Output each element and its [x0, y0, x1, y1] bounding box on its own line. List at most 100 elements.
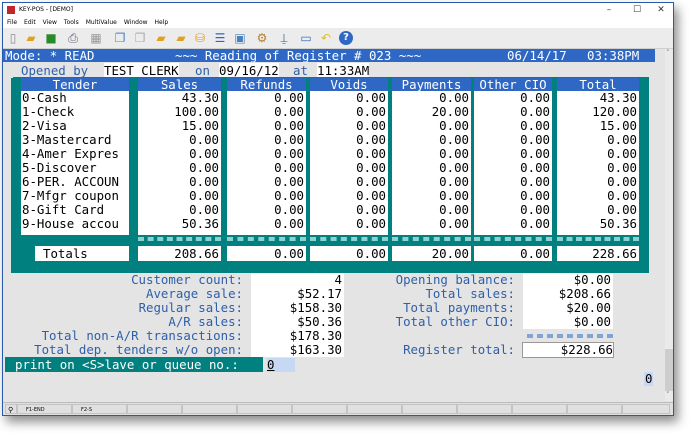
summary-label: Average sale:	[146, 286, 243, 301]
cell-other-cio: 0.00	[520, 174, 550, 189]
cell-voids: 0.00	[356, 160, 386, 175]
save-icon[interactable]: ■	[44, 31, 58, 45]
summary-label: A/R sales:	[168, 314, 243, 329]
cell-voids: 0.00	[356, 90, 386, 105]
f1-end-key[interactable]: F1-END	[17, 404, 72, 414]
open-icon[interactable]: ▰	[24, 31, 38, 45]
cell-tender: 9-House accou	[22, 216, 119, 231]
cell-tender: 3-Mastercard	[22, 132, 112, 147]
calculator-icon[interactable]: ▦	[89, 31, 103, 45]
new-icon[interactable]: ▯	[6, 31, 20, 45]
on-label: on	[195, 63, 210, 78]
paste-icon[interactable]: ❐	[133, 31, 147, 45]
summary-right-value: $20.00	[523, 301, 613, 315]
print-prompt-label: print on <S>lave or queue no.:	[5, 357, 263, 372]
help-icon[interactable]: ?	[339, 31, 353, 45]
column-separator	[474, 237, 552, 241]
summary-right-label: Total sales:	[425, 286, 515, 301]
summary-value: $178.30	[251, 329, 344, 343]
menu-window[interactable]: Window	[124, 19, 148, 26]
cell-tender: 2-Visa	[22, 118, 67, 133]
menu-help[interactable]: Help	[155, 19, 169, 26]
f2-s-key[interactable]: F2-S	[72, 404, 127, 414]
screen-icon[interactable]: ▣	[233, 31, 247, 45]
scroll-thumb[interactable]	[665, 349, 673, 391]
cell-refunds: 0.00	[274, 202, 304, 217]
cell-voids: 0.00	[356, 202, 386, 217]
undo-icon[interactable]: ↶	[319, 31, 333, 45]
vertical-scrollbar[interactable]: ˄ ˅	[665, 49, 673, 401]
column-sales: 43.30 100.00 15.00 0.00 0.00 0.00 0.00 0.00 0.00…	[138, 91, 221, 235]
cell-sales: 0.00	[189, 132, 219, 147]
cell-payments: 0.00	[439, 174, 469, 189]
cell-voids: 0.00	[356, 104, 386, 119]
close-button[interactable]: ✕	[651, 3, 671, 17]
cell-tender: 1-Check	[22, 104, 75, 119]
cell-total: 43.30	[599, 90, 637, 105]
opened-by-label: Opened by	[21, 63, 89, 78]
menu-edit[interactable]: Edit	[24, 19, 36, 26]
menu-tools[interactable]: Tools	[64, 19, 79, 26]
cell-voids: 0.00	[356, 132, 386, 147]
totals-tender: Totals	[35, 246, 129, 261]
totals-sales: 208.66	[138, 246, 221, 261]
summary-label: Total dep. tenders w/o open:	[34, 342, 243, 357]
pin-icon[interactable]: ⍊	[277, 31, 291, 45]
database-icon[interactable]: ⛁	[193, 31, 207, 45]
status-slot	[457, 404, 512, 414]
cell-sales: 0.00	[189, 146, 219, 161]
register-total-label: Register total:	[403, 342, 515, 357]
scroll-down-icon[interactable]: ˅	[666, 391, 670, 399]
corner-value: 0	[644, 371, 654, 386]
cell-tender: 6-PER. ACCOUN	[22, 174, 119, 189]
status-slot	[292, 404, 347, 414]
app-window: KEY-POS - [DEMO] – ☐ ✕ File Edit View Tools…	[2, 2, 674, 416]
toolbar: ▯ ▰ ■ ⎙ ▦ ❐ ❐ ▰ ▰ ⛁ ☰ ▣ ⚙ ⍊ ▭ ↶ ?	[3, 28, 673, 49]
summary-label: Total non-A/R transactions:	[41, 328, 243, 343]
totals-refunds: 0.00	[227, 246, 306, 261]
column-payments: 0.00 20.00 0.00 0.00 0.00 0.00 0.00 0.00 0.00 0.0…	[392, 91, 471, 235]
cell-total: 15.00	[599, 118, 637, 133]
cell-refunds: 0.00	[274, 146, 304, 161]
totals-total: 228.66	[557, 246, 639, 261]
cell-other-cio: 0.00	[520, 132, 550, 147]
menu-multivalue[interactable]: MultiValue	[86, 19, 117, 26]
title-bar: KEY-POS - [DEMO] – ☐ ✕	[3, 3, 673, 17]
current-date: 06/14/17	[507, 49, 567, 62]
cell-refunds: 0.00	[274, 104, 304, 119]
column-separator	[227, 237, 306, 241]
cell-sales: 0.00	[189, 174, 219, 189]
summary-label: Regular sales:	[138, 300, 243, 315]
settings-icon[interactable]: ⚙	[255, 31, 269, 45]
status-slot	[622, 404, 670, 414]
column-total: 43.30 120.00 15.00 0.00 0.00 0.00 0.00 0.00 0.00…	[557, 91, 639, 235]
column-separator	[138, 237, 221, 241]
copy-icon[interactable]: ❐	[113, 31, 127, 45]
cell-voids: 0.00	[356, 174, 386, 189]
app-icon	[7, 6, 15, 14]
cell-payments: 0.00	[439, 160, 469, 175]
status-slot	[512, 404, 567, 414]
status-slot	[402, 404, 457, 414]
mode-bar: Mode: * READ ~~~ Reading of Register # 02…	[3, 49, 655, 62]
minimize-button[interactable]: –	[599, 3, 619, 17]
status-slot	[567, 404, 622, 414]
scroll-up-icon[interactable]: ˄	[666, 49, 670, 57]
cell-voids: 0.00	[356, 146, 386, 161]
column-other-cio: 0.00 0.00 0.00 0.00 0.00 0.00 0.00 0.00 0.00 0.00	[474, 91, 552, 235]
cell-payments: 0.00	[439, 90, 469, 105]
cell-total: 0.00	[607, 132, 637, 147]
monitor-icon[interactable]: ▭	[299, 31, 313, 45]
folder-export-icon[interactable]: ▰	[154, 31, 168, 45]
cell-refunds: 0.00	[274, 118, 304, 133]
folder-import-icon[interactable]: ▰	[174, 31, 188, 45]
print-icon[interactable]: ⎙	[66, 31, 80, 45]
menu-view[interactable]: View	[43, 19, 57, 26]
cell-sales: 50.36	[181, 216, 219, 231]
list-icon[interactable]: ☰	[213, 31, 227, 45]
menu-file[interactable]: File	[7, 19, 17, 26]
queue-number-input[interactable]: 0	[267, 358, 295, 372]
maximize-button[interactable]: ☐	[627, 3, 647, 17]
cell-payments: 0.00	[439, 202, 469, 217]
cell-voids: 0.00	[356, 216, 386, 231]
